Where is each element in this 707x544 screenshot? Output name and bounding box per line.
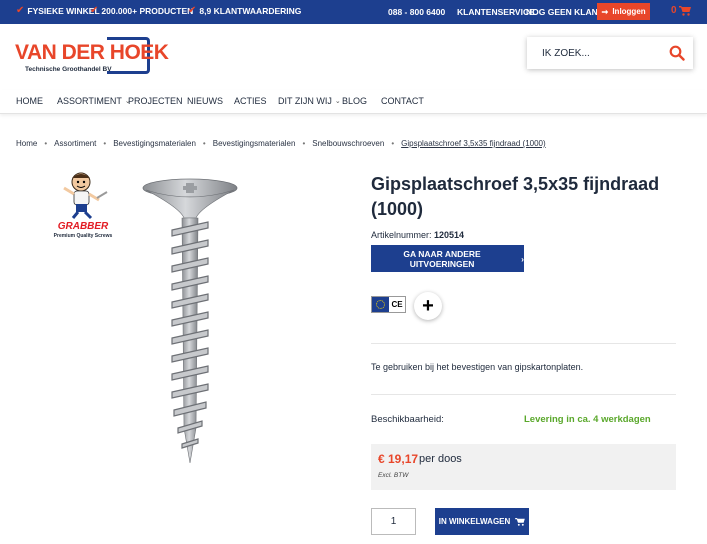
nav-label: NIEUWS: [187, 96, 223, 106]
search-box: [527, 37, 693, 69]
price-tax-note: Excl. BTW: [378, 472, 409, 479]
breadcrumb-item[interactable]: Bevestigingsmaterialen: [213, 139, 296, 148]
breadcrumb-separator: •: [391, 139, 395, 148]
logo-subtitle: Technische Groothandel BV: [25, 66, 112, 73]
nav-label: BLOG: [342, 96, 368, 106]
ce-label: CE: [391, 300, 403, 309]
search-icon[interactable]: [669, 45, 685, 61]
price-unit: per doos: [419, 453, 462, 465]
other-variants-label: GA NAAR ANDERE UITVOERINGEN: [403, 248, 481, 269]
nav-item-blog[interactable]: BLOG: [342, 96, 367, 106]
product-title: Gipsplaatschroef 3,5x35 fijndraad (1000): [371, 174, 660, 219]
nav-label: HOME: [16, 96, 43, 106]
breadcrumb-item[interactable]: Assortiment: [54, 139, 96, 148]
availability-value: Levering in ca. 4 werkdagen: [524, 414, 651, 425]
nav-item-acties[interactable]: ACTIES: [234, 96, 267, 106]
usp-label: FYSIEKE WINKEL: [27, 6, 100, 16]
nav-item-contact[interactable]: CONTACT: [381, 96, 424, 106]
check-icon: ✔: [90, 5, 99, 16]
nav-item-projecten[interactable]: PROJECTEN: [128, 96, 183, 106]
chevron-down-icon: ⌄: [334, 98, 341, 105]
divider: [371, 394, 676, 395]
usp-rating: ✔ 8,9 KLANTWAARDERING: [188, 5, 302, 17]
breadcrumb-item[interactable]: Snelbouwschroeven: [312, 139, 384, 148]
cart-icon: [678, 5, 691, 16]
nav-item-assortiment[interactable]: ASSORTIMENT ⌄: [57, 96, 131, 106]
price-value: € 19,17: [378, 452, 419, 466]
nav-label: PROJECTEN: [128, 96, 183, 106]
add-to-cart-button[interactable]: IN WINKELWAGEN: [435, 508, 529, 535]
cart-count: 0: [671, 5, 677, 16]
breadcrumb-item[interactable]: Bevestigingsmaterialen: [113, 139, 196, 148]
breadcrumb-separator: •: [302, 139, 306, 148]
login-label: Inloggen: [612, 7, 646, 16]
phillips-head-icon: +: [414, 292, 442, 320]
customer-service-link[interactable]: KLANTENSERVICE: [457, 7, 535, 17]
phone-link[interactable]: 088 - 800 6400: [388, 7, 445, 17]
other-variants-button[interactable]: GA NAAR ANDERE UITVOERINGEN ›: [371, 245, 524, 272]
cart-icon: [515, 517, 526, 526]
nav-label: ACTIES: [234, 96, 267, 106]
product-image[interactable]: [140, 178, 240, 468]
breadcrumb-item[interactable]: Home: [16, 139, 37, 148]
nav-label: ASSORTIMENT: [57, 96, 122, 106]
ce-mark-icon: CE: [371, 296, 406, 313]
quantity-input[interactable]: [371, 508, 416, 535]
usp-label: 200.000+ PRODUCTEN: [101, 6, 194, 16]
brand-name: GRABBER: [58, 221, 109, 232]
check-icon: ✔: [16, 5, 25, 16]
brand-tagline: Premium Quality Screws: [54, 233, 113, 239]
eu-flag-icon: [372, 297, 389, 312]
article-number: Artikelnummer: 120514: [371, 230, 464, 240]
price-box: € 19,17 per doos Excl. BTW: [371, 444, 676, 490]
add-to-cart-label: IN WINKELWAGEN: [438, 517, 511, 526]
breadcrumb-current[interactable]: Gipsplaatschroef 3,5x35 fijndraad (1000): [401, 139, 546, 148]
article-number-label: Artikelnummer:: [371, 230, 432, 240]
nav-item-home[interactable]: HOME: [16, 96, 43, 106]
breadcrumb-separator: •: [44, 139, 48, 148]
availability-label: Beschikbaarheid:: [371, 414, 444, 425]
login-button[interactable]: Inloggen: [597, 3, 650, 20]
nav-label: DIT ZIJN WIJ: [278, 96, 332, 106]
main-nav: HOME ASSORTIMENT ⌄ PROJECTEN NIEUWS ACTIE…: [0, 90, 707, 114]
check-icon: ✔: [188, 5, 197, 16]
usp-physical-store: ✔ FYSIEKE WINKEL: [16, 5, 100, 17]
chevron-right-icon: ›: [521, 253, 524, 264]
usp-products: ✔ 200.000+ PRODUCTEN: [90, 5, 194, 17]
logo-text: VAN DER HOEK: [15, 41, 169, 64]
top-bar: ✔ FYSIEKE WINKEL ✔ 200.000+ PRODUCTEN ✔ …: [0, 0, 707, 24]
nav-label: CONTACT: [381, 96, 424, 106]
search-input[interactable]: [527, 37, 657, 69]
divider: [371, 343, 676, 344]
new-customer-link[interactable]: NOG GEEN KLANT?: [526, 7, 608, 17]
cart-link[interactable]: 0: [671, 5, 691, 16]
nav-item-nieuws[interactable]: NIEUWS: [187, 96, 223, 106]
grabber-brand-logo: GRABBER Premium Quality Screws: [54, 172, 113, 239]
site-logo[interactable]: VAN DER HOEK Technische Groothandel BV: [15, 37, 169, 87]
breadcrumb-separator: •: [103, 139, 107, 148]
breadcrumb-separator: •: [202, 139, 206, 148]
usp-label: 8,9 KLANTWAARDERING: [199, 6, 302, 16]
product-description: Te gebruiken bij het bevestigen van gips…: [371, 362, 584, 372]
article-number-value: 120514: [434, 230, 465, 240]
nav-item-dit-zijn-wij[interactable]: DIT ZIJN WIJ ⌄: [278, 96, 341, 106]
breadcrumb: Home • Assortiment • Bevestigingsmateria…: [16, 139, 546, 148]
login-icon: [602, 9, 609, 14]
